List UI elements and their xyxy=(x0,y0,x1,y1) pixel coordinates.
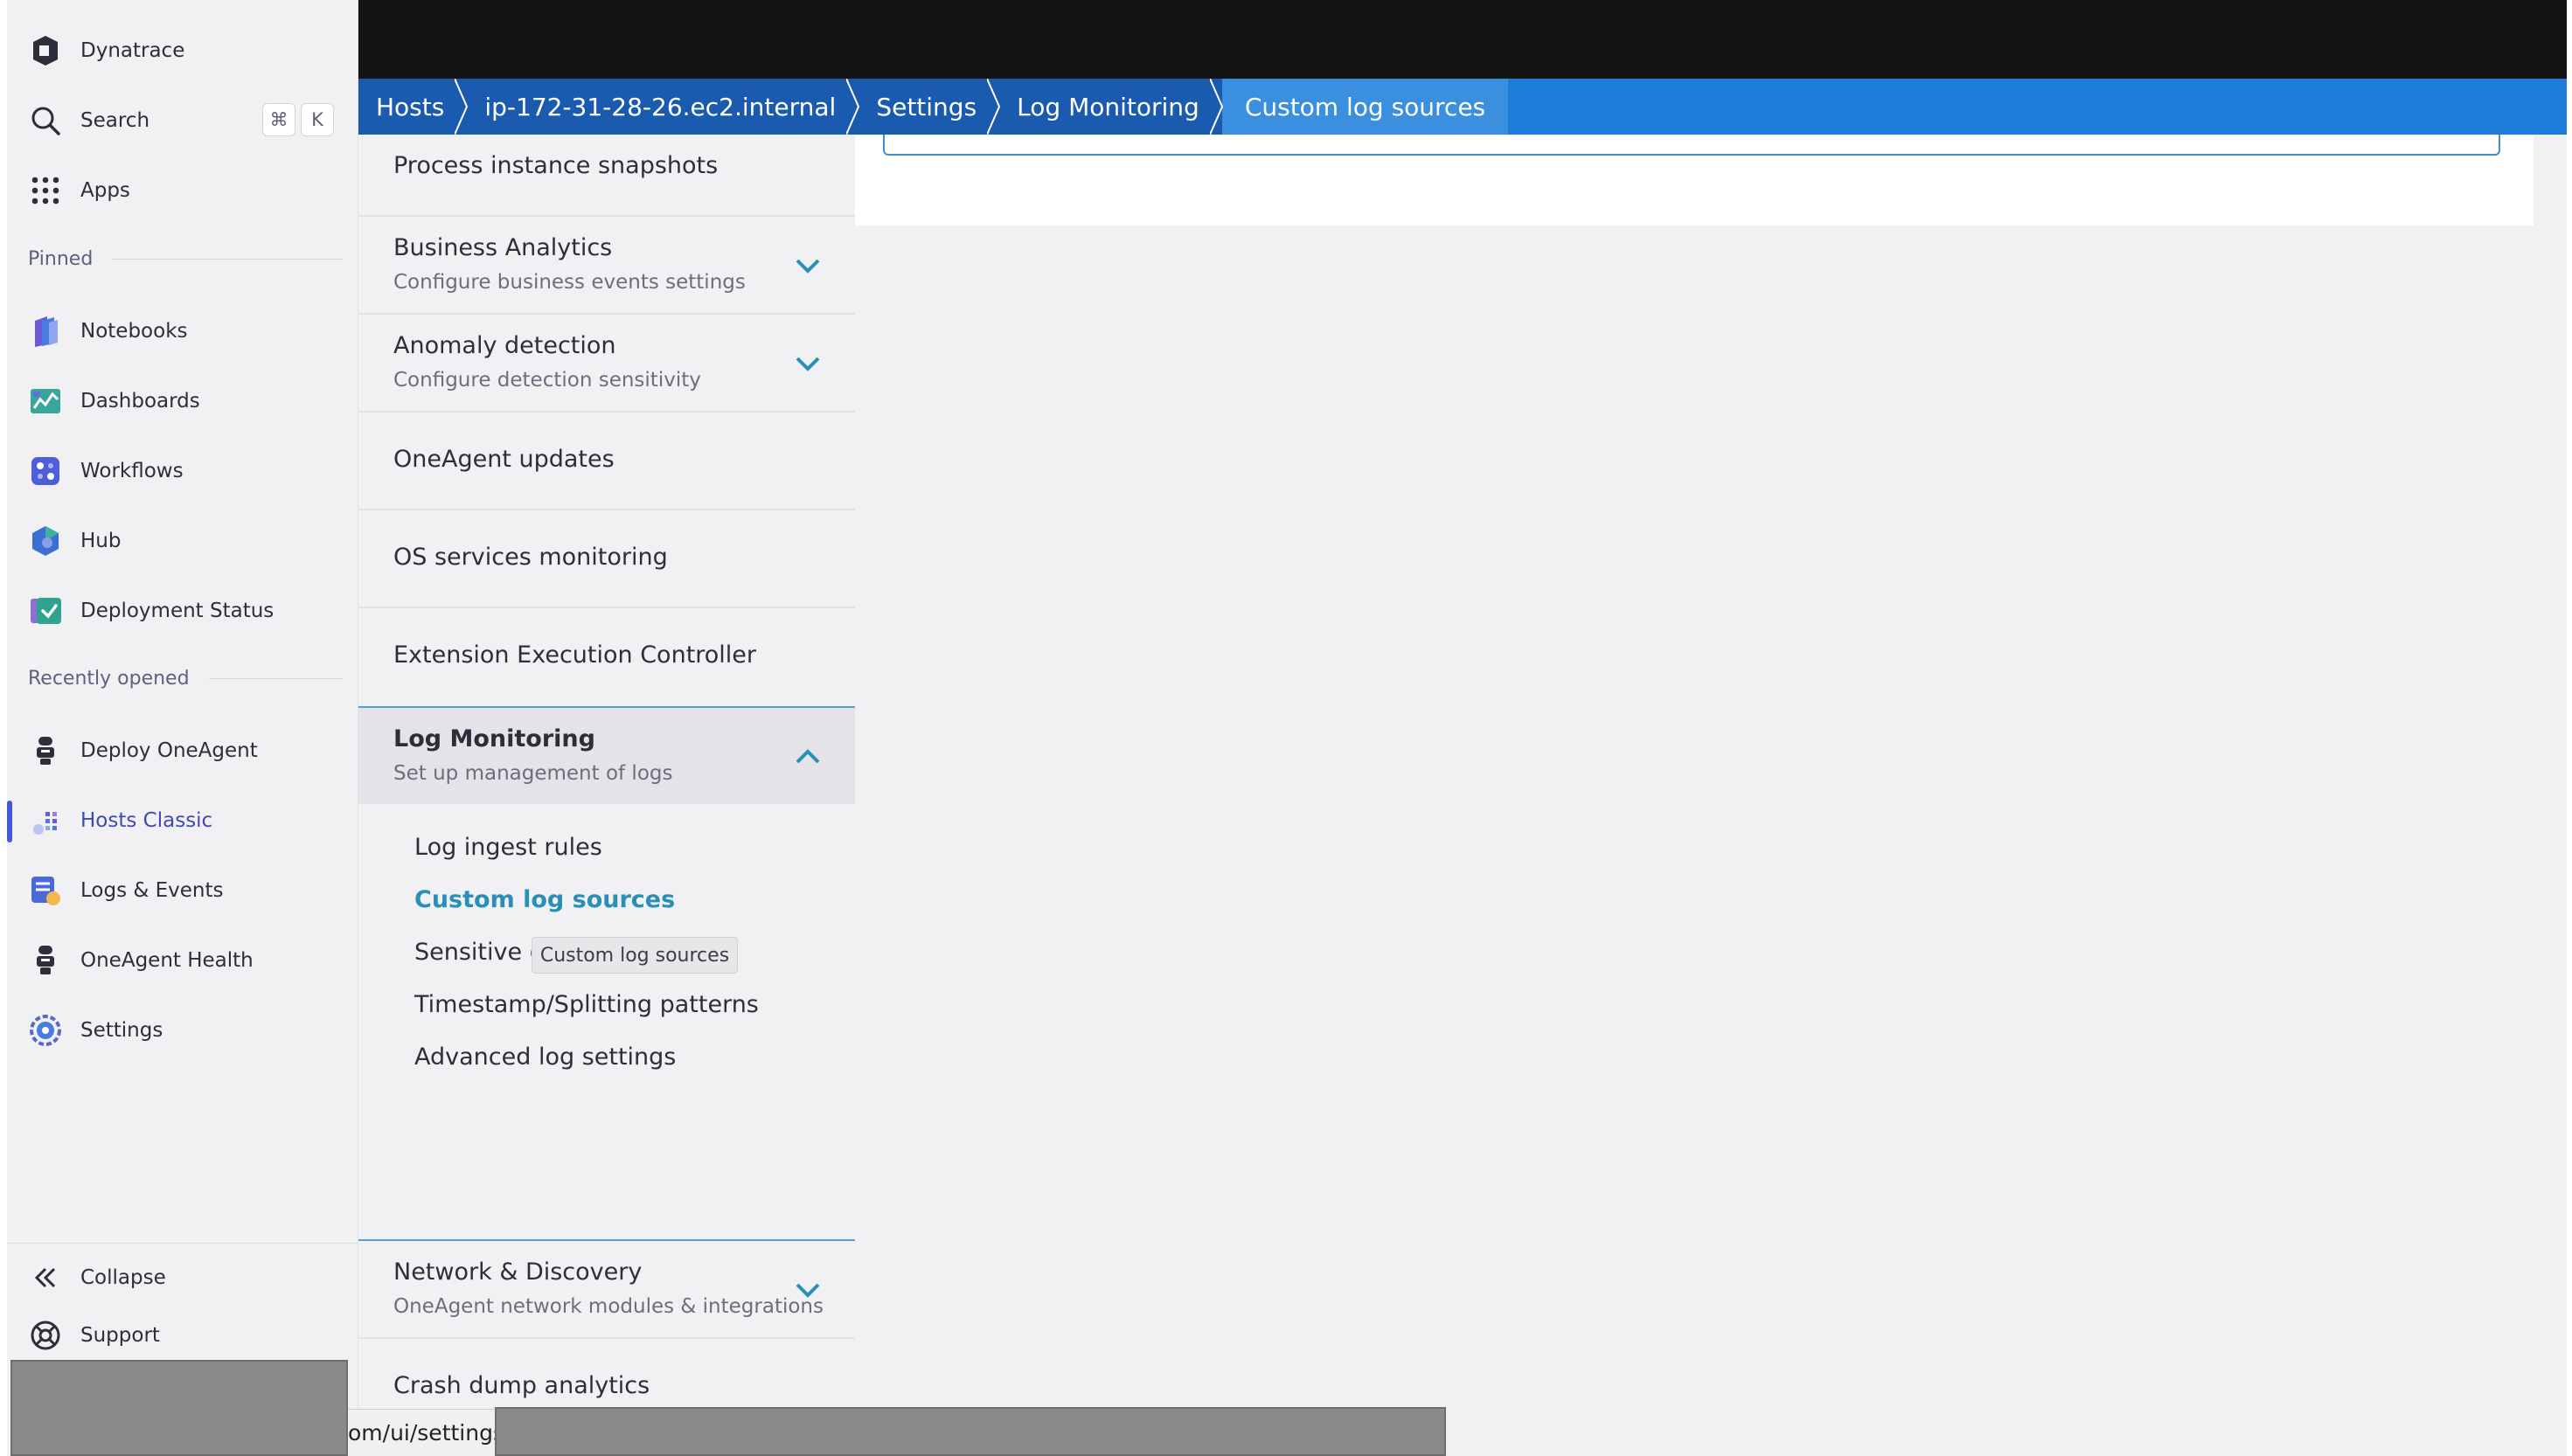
nav-dashboards[interactable]: Dashboards xyxy=(26,375,343,427)
tooltip: Custom log sources xyxy=(532,937,738,974)
submenu-sensitive-data[interactable]: Sensitive d xyxy=(414,939,545,966)
redacted-area xyxy=(10,1360,348,1456)
breadcrumb-separator-icon xyxy=(455,79,469,135)
app-sidebar: Dynatrace Search ⌘ K Apps Pinned Noteboo… xyxy=(7,0,358,1456)
breadcrumb-hosts[interactable]: Hosts xyxy=(358,79,469,135)
settings-gear-icon xyxy=(26,1011,65,1050)
focused-panel-bottom xyxy=(883,135,2500,156)
breadcrumb-custom-log-sources: Custom log sources xyxy=(1221,79,1509,135)
logs-icon xyxy=(26,871,65,910)
brand-label: Dynatrace xyxy=(80,39,185,62)
menu-item-business-analytics[interactable]: Business Analytics Configure business ev… xyxy=(358,217,855,315)
settings-menu: Process instance snapshots Business Anal… xyxy=(358,135,855,1456)
apps-label: Apps xyxy=(80,179,130,202)
breadcrumb-separator-icon xyxy=(1209,79,1223,135)
submenu-custom-log-sources[interactable]: Custom log sources xyxy=(414,886,675,913)
pinned-section-label: Pinned xyxy=(28,248,343,270)
chevron-down-icon[interactable] xyxy=(792,1274,824,1306)
window-edge xyxy=(2567,0,2572,1456)
dynatrace-logo-icon xyxy=(26,31,65,70)
brand-home-link[interactable]: Dynatrace xyxy=(26,24,343,77)
oneagent-icon xyxy=(26,731,65,770)
hosts-icon xyxy=(26,801,65,840)
nav-deployment-status[interactable]: Deployment Status xyxy=(26,585,343,637)
deployment-status-icon xyxy=(26,592,65,630)
workflows-icon xyxy=(26,452,65,490)
search-icon xyxy=(26,101,65,140)
sidebar-divider xyxy=(7,1243,358,1244)
collapse-button[interactable]: Collapse xyxy=(26,1251,343,1304)
breadcrumb: Hosts ip-172-31-28-26.ec2.internal Setti… xyxy=(358,79,2567,135)
nav-oneagent-health[interactable]: OneAgent Health xyxy=(26,934,343,987)
chevron-up-icon[interactable] xyxy=(792,741,824,773)
submenu-log-ingest-rules[interactable]: Log ingest rules xyxy=(414,834,602,861)
apps-button[interactable]: Apps xyxy=(26,164,343,217)
support-button[interactable]: Support xyxy=(26,1309,343,1362)
menu-item-os-services-monitoring[interactable]: OS services monitoring xyxy=(358,510,855,608)
breadcrumb-separator-icon xyxy=(987,79,1001,135)
shortcut-k-key: K xyxy=(301,103,334,136)
nav-workflows[interactable]: Workflows xyxy=(26,445,343,497)
main-content xyxy=(855,135,2567,1456)
submenu-timestamp-splitting-patterns[interactable]: Timestamp/Splitting patterns xyxy=(414,991,759,1018)
lifebuoy-icon xyxy=(26,1316,65,1355)
breadcrumb-host[interactable]: ip-172-31-28-26.ec2.internal xyxy=(467,79,860,135)
content-card xyxy=(855,135,2534,225)
redacted-area xyxy=(495,1407,1446,1456)
nav-settings[interactable]: Settings xyxy=(26,1004,343,1057)
breadcrumb-settings[interactable]: Settings xyxy=(858,79,1001,135)
hub-icon xyxy=(26,522,65,560)
search-label: Search xyxy=(80,109,150,132)
status-url: om/ui/settings/ xyxy=(348,1409,495,1456)
top-bar xyxy=(358,0,2567,79)
submenu-advanced-log-settings[interactable]: Advanced log settings xyxy=(414,1043,676,1071)
nav-logs-events[interactable]: Logs & Events xyxy=(26,864,343,917)
notebooks-icon xyxy=(26,312,65,350)
menu-item-anomaly-detection[interactable]: Anomaly detection Configure detection se… xyxy=(358,315,855,413)
apps-grid-icon xyxy=(26,171,65,210)
nav-deploy-oneagent[interactable]: Deploy OneAgent xyxy=(26,725,343,777)
nav-hosts-classic[interactable]: Hosts Classic xyxy=(26,794,343,847)
active-nav-indicator xyxy=(7,801,12,842)
chevron-down-icon[interactable] xyxy=(792,348,824,379)
breadcrumb-log-monitoring[interactable]: Log Monitoring xyxy=(999,79,1223,135)
nav-hub[interactable]: Hub xyxy=(26,515,343,567)
nav-notebooks[interactable]: Notebooks xyxy=(26,305,343,357)
menu-item-extension-execution-controller[interactable]: Extension Execution Controller xyxy=(358,608,855,706)
double-chevron-left-icon xyxy=(26,1258,65,1297)
recently-opened-section-label: Recently opened xyxy=(28,668,343,690)
shortcut-cmd-key: ⌘ xyxy=(262,103,295,136)
menu-item-network-discovery[interactable]: Network & Discovery OneAgent network mod… xyxy=(358,1241,855,1339)
menu-item-log-monitoring[interactable]: Log Monitoring Set up management of logs xyxy=(358,706,855,804)
breadcrumb-separator-icon xyxy=(846,79,860,135)
dashboards-icon xyxy=(26,382,65,420)
oneagent-health-icon xyxy=(26,941,65,980)
menu-item-process-instance-snapshots[interactable]: Process instance snapshots xyxy=(358,135,855,217)
chevron-down-icon[interactable] xyxy=(792,250,824,281)
menu-item-oneagent-updates[interactable]: OneAgent updates xyxy=(358,413,855,510)
